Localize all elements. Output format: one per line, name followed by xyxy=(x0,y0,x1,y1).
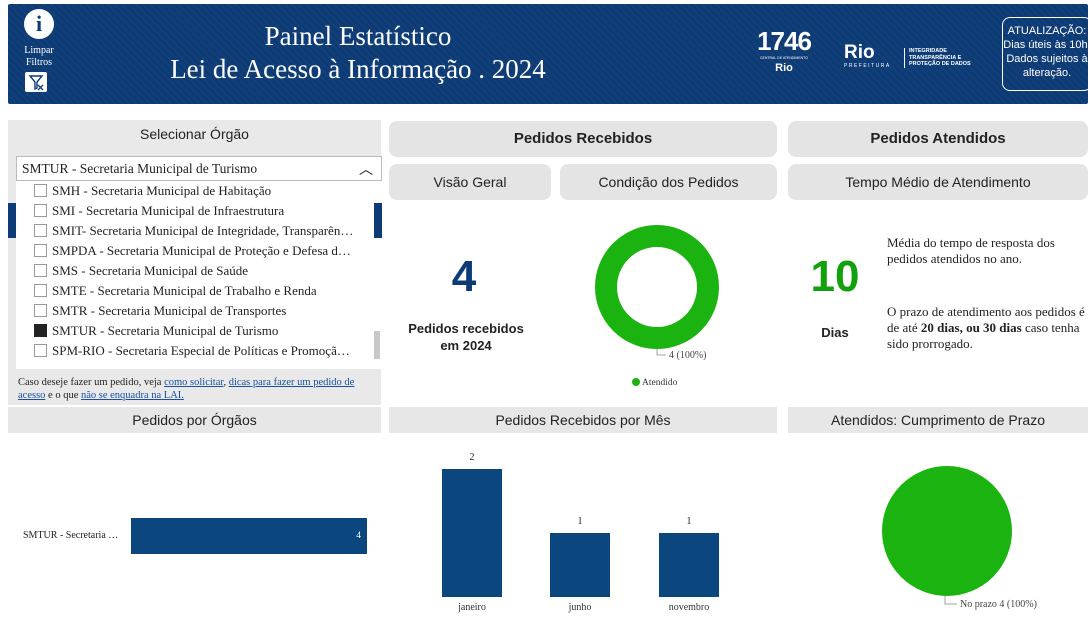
organ-filter-panel: Selecionar Órgão SMTUR - Secretaria Muni… xyxy=(8,120,382,405)
checkbox[interactable] xyxy=(34,264,47,277)
month-tick-label: junho xyxy=(568,602,592,613)
logo-rio-text: Rio xyxy=(844,42,875,63)
option-smit[interactable]: SMIT- Secretaria Municipal de Integridad… xyxy=(16,221,368,241)
checkbox[interactable] xyxy=(34,344,47,357)
option-smtur[interactable]: SMTUR - Secretaria Municipal de Turismo xyxy=(16,321,368,341)
option-smte[interactable]: SMTE - Secretaria Municipal de Trabalho … xyxy=(16,281,368,301)
org-category-label: SMTUR - Secretaria … xyxy=(23,530,118,541)
option-label: SMIT- Secretaria Municipal de Integridad… xyxy=(52,223,354,238)
donut-label-leader xyxy=(656,349,666,356)
checkbox-checked[interactable] xyxy=(34,324,47,337)
organ-option-list[interactable]: SMH - Secretaria Municipal de Habitação … xyxy=(16,181,382,369)
clear-filters-button[interactable]: Limpar Filtros xyxy=(18,45,60,69)
logo-integridade: INTEGRIDADE TRANSPARÊNCIA E PROTEÇÃO DE … xyxy=(904,48,971,68)
right-accent-bar xyxy=(374,203,382,238)
tab-request-condition[interactable]: Condição dos Pedidos xyxy=(560,164,777,200)
checkbox[interactable] xyxy=(34,304,47,317)
option-label: SPM-RIO - Secretaria Especial de Polític… xyxy=(52,343,350,358)
not-covered-lai-link[interactable]: não se enquadra na LAI. xyxy=(81,390,184,401)
option-smh[interactable]: SMH - Secretaria Municipal de Habitação xyxy=(16,181,368,201)
month-tick-label: novembro xyxy=(669,602,710,613)
option-label: SMTR - Secretaria Municipal de Transport… xyxy=(52,303,287,318)
checkbox[interactable] xyxy=(34,204,47,217)
logo-1746: 1746 CENTRAL DE ATENDIMENTO Rio xyxy=(756,28,812,74)
page-title: Painel Estatístico Lei de Acesso à Infor… xyxy=(148,20,568,86)
logo-integ-line-3: PROTEÇÃO DE DADOS xyxy=(909,61,971,67)
option-smpda[interactable]: SMPDA - Secretaria Municipal de Proteção… xyxy=(16,241,368,261)
month-tick-label: janeiro xyxy=(457,602,486,613)
organ-dropdown[interactable]: SMTUR - Secretaria Municipal de Turismo … xyxy=(16,156,382,181)
logo-1746-subtitle: CENTRAL DE ATENDIMENTO xyxy=(760,56,808,60)
by-month-bar-chart: 2 janeiro 1 junho 1 novembro xyxy=(442,452,719,613)
donut-slice-atendido[interactable] xyxy=(595,225,719,349)
checkbox[interactable] xyxy=(34,224,47,237)
option-smtr[interactable]: SMTR - Secretaria Municipal de Transport… xyxy=(16,301,368,321)
title-line-1: Painel Estatístico xyxy=(264,21,452,51)
org-bar[interactable] xyxy=(131,518,367,554)
checkbox[interactable] xyxy=(34,284,47,297)
option-label: SMH - Secretaria Municipal de Habitação xyxy=(52,183,272,198)
tab-average-time[interactable]: Tempo Médio de Atendimento xyxy=(788,164,1088,200)
dropdown-selected-value: SMTUR - Secretaria Municipal de Turismo xyxy=(22,161,258,176)
org-bar-value: 4 xyxy=(356,531,361,541)
left-accent-bar xyxy=(8,203,16,238)
month-bar[interactable] xyxy=(659,533,719,597)
legend-marker-atendido xyxy=(632,378,640,386)
clear-filter-icon[interactable] xyxy=(25,72,47,92)
month-bar[interactable] xyxy=(550,533,610,597)
month-bar[interactable] xyxy=(442,469,502,597)
help-mid: e o que xyxy=(45,390,81,401)
info-icon[interactable]: i xyxy=(24,9,54,39)
pie-data-label: No prazo 4 (100%) xyxy=(960,599,1037,610)
option-sms[interactable]: SMS - Secretaria Municipal de Saúde xyxy=(16,261,368,281)
deadline-header: Atendidos: Cumprimento de Prazo xyxy=(788,407,1088,433)
checkbox[interactable] xyxy=(34,244,47,257)
donut-data-label: 4 (100%) xyxy=(669,350,707,361)
option-label: SMTE - Secretaria Municipal de Trabalho … xyxy=(52,283,317,298)
logo-1746-rio: Rio xyxy=(775,62,793,74)
by-organ-header: Pedidos por Órgãos xyxy=(8,407,381,433)
header-banner: i Limpar Filtros Painel Estatístico Lei … xyxy=(8,4,1088,104)
option-label: SMTUR - Secretaria Municipal de Turismo xyxy=(52,323,279,338)
deadline-days: 20 dias, ou 30 dias xyxy=(920,320,1022,335)
title-line-2: Lei de Acesso à Informação . 2024 xyxy=(170,54,546,84)
average-days-label: Dias xyxy=(821,325,849,340)
month-bar-value: 2 xyxy=(470,452,475,463)
by-organ-bar-chart: SMTUR - Secretaria … 4 xyxy=(23,518,367,554)
legend-label-atendido: Atendido xyxy=(642,378,678,388)
option-label: SMS - Secretaria Municipal de Saúde xyxy=(52,263,249,278)
received-header: Pedidos Recebidos xyxy=(389,121,777,157)
option-smi[interactable]: SMI - Secretaria Municipal de Infraestru… xyxy=(16,201,368,221)
option-spm-rio[interactable]: SPM-RIO - Secretaria Especial de Polític… xyxy=(16,341,368,361)
by-month-header: Pedidos Recebidos por Mês xyxy=(389,407,777,433)
filter-title: Selecionar Órgão xyxy=(140,126,249,142)
attended-header: Pedidos Atendidos xyxy=(788,121,1088,157)
pie-label-leader xyxy=(944,596,957,605)
logo-rio-subtitle: PREFEITURA xyxy=(844,63,891,69)
option-label: SMI - Secretaria Municipal de Infraestru… xyxy=(52,203,285,218)
tab-overview[interactable]: Visão Geral xyxy=(389,164,551,200)
pie-slice-no-prazo[interactable] xyxy=(882,466,1012,596)
deadline-pie-chart: No prazo 4 (100%) xyxy=(882,466,1037,610)
chevron-up-icon[interactable]: ︿ xyxy=(359,159,373,179)
logo-1746-number: 1746 xyxy=(757,26,812,56)
option-list-scrollbar[interactable] xyxy=(374,331,380,359)
logo-rio-prefeitura: Rio PREFEITURA xyxy=(844,42,891,70)
received-count: 4 xyxy=(451,252,477,301)
average-days: 10 xyxy=(810,252,860,301)
checkbox[interactable] xyxy=(34,184,47,197)
request-help-text: Caso deseje fazer um pedido, veja como s… xyxy=(18,377,355,401)
help-prefix: Caso deseje fazer um pedido, veja xyxy=(18,377,165,388)
average-time-description: Média do tempo de resposta dos pedidos a… xyxy=(887,235,1055,266)
option-label: SMPDA - Secretaria Municipal de Proteção… xyxy=(52,243,351,258)
condition-donut-chart: 4 (100%) Atendido xyxy=(595,225,719,388)
deadline-description: O prazo de atendimento aos pedidos é de … xyxy=(887,304,1087,352)
received-count-label: Pedidos recebidos em 2024 xyxy=(408,321,524,353)
how-to-request-link[interactable]: como solicitar xyxy=(164,377,223,388)
update-notice: ATUALIZAÇÃO: Dias úteis às 10h. Dados su… xyxy=(1002,17,1088,91)
month-bar-value: 1 xyxy=(578,516,583,527)
month-bar-value: 1 xyxy=(687,516,692,527)
